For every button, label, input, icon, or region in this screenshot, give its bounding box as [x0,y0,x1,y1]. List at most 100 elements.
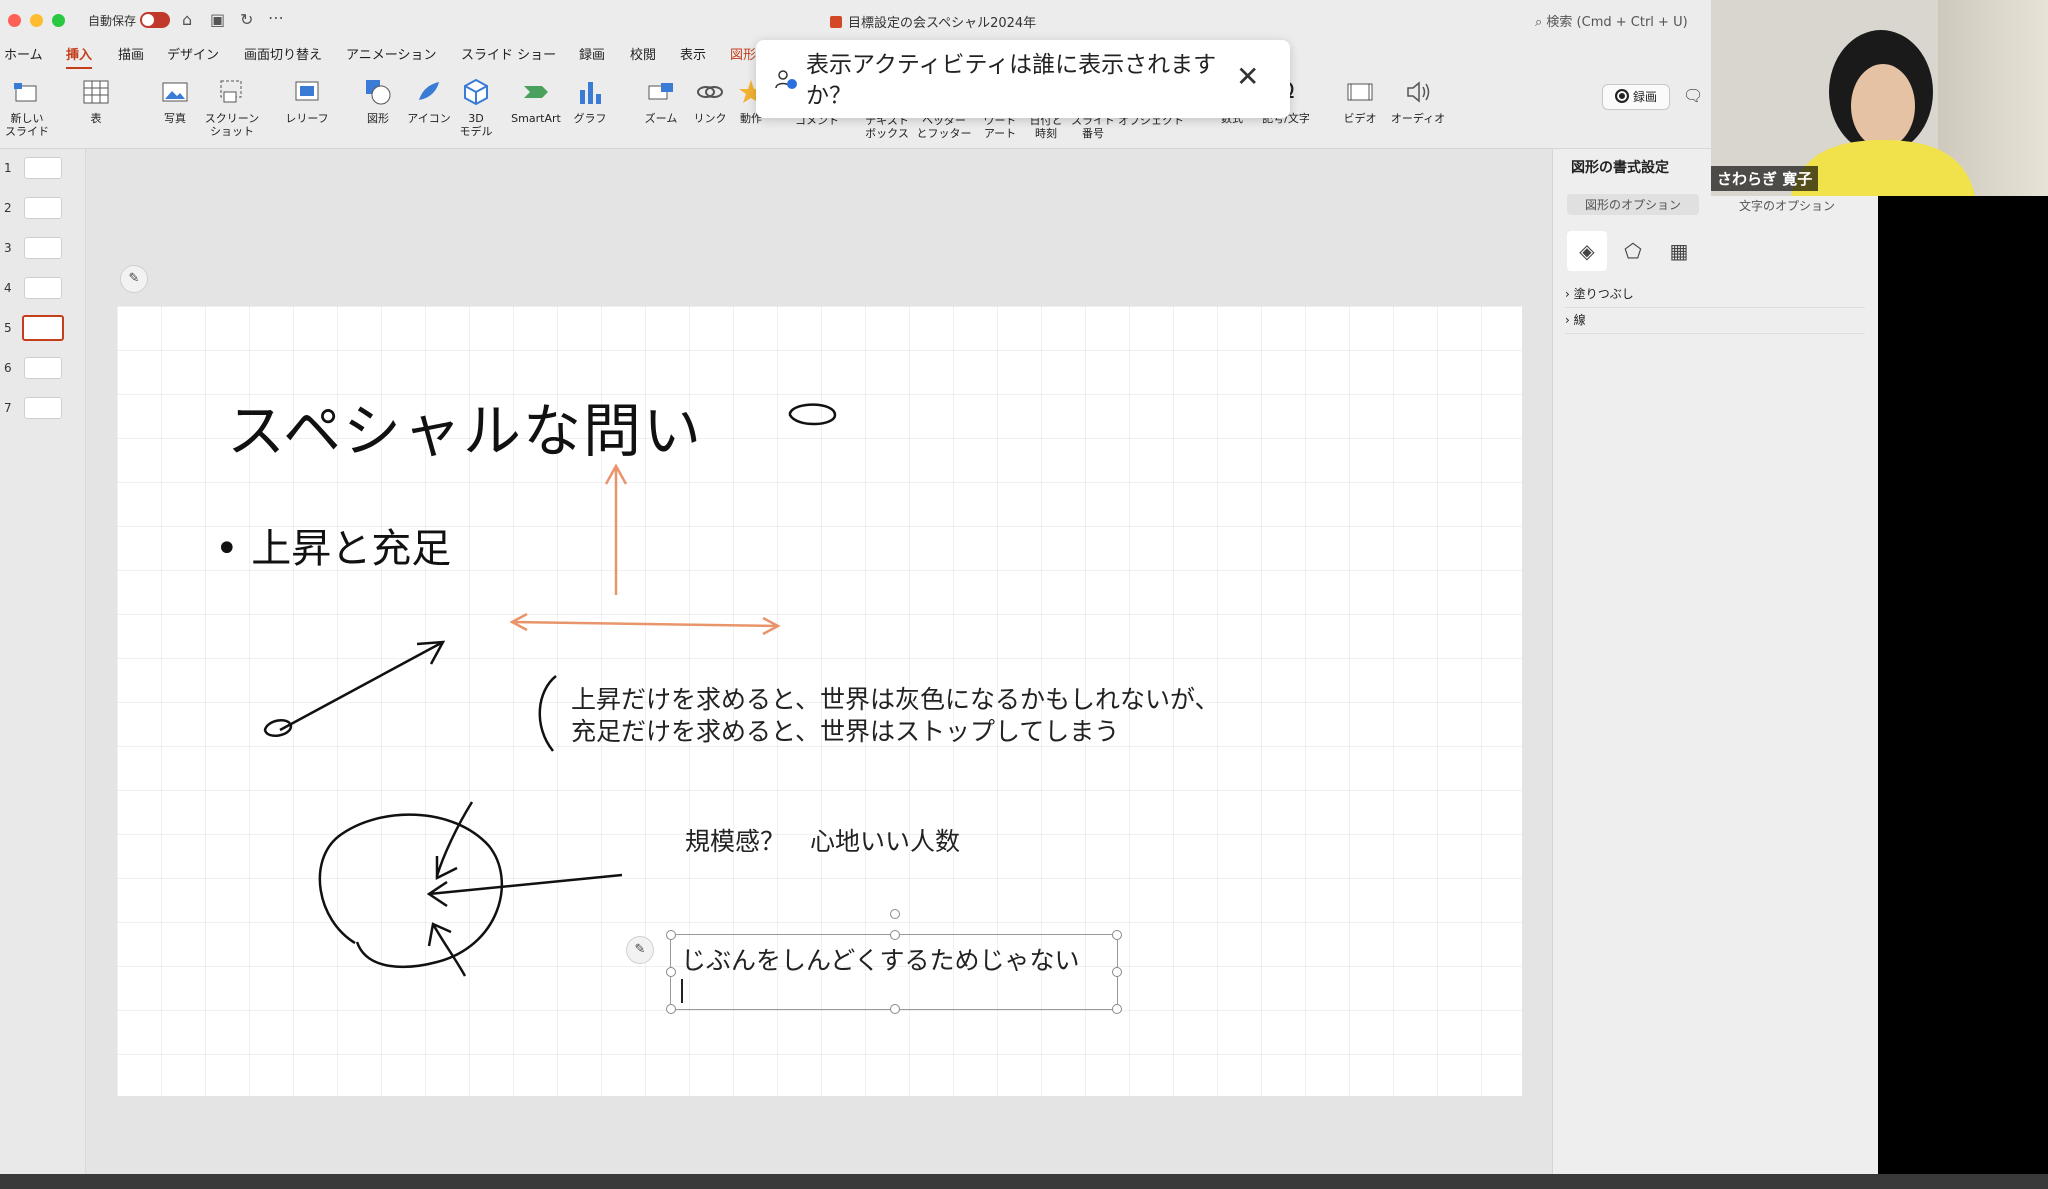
autosave-label: 自動保存 [88,14,137,28]
video-button[interactable]: ビデオ [1340,78,1380,125]
participant-name: さわらぎ 寛子 [1711,166,1819,191]
audio-button[interactable]: オーディオ [1390,78,1446,125]
ink-small-oval [788,403,837,426]
ink-replay-icon[interactable]: ✎ [626,936,654,964]
resize-handle[interactable] [890,1004,900,1014]
pane-icon-row: ◈ ⬠ ▦ [1567,231,1867,277]
slide-preview [24,197,62,219]
smartart-label: SmartArt [511,112,561,125]
new-slide-button[interactable]: 新しい スライド [4,78,50,138]
cube-icon [464,78,488,106]
tab-design[interactable]: デザイン [167,44,219,63]
save-icon[interactable]: ▣ [210,10,225,29]
slide-preview [24,277,62,299]
chart-button[interactable]: グラフ [570,78,610,125]
ink-replay-icon[interactable]: ✎ [120,265,148,293]
tab-insert[interactable]: 挿入 [66,44,93,69]
redo-icon[interactable]: ↻ [240,10,253,29]
pane-title: 図形の書式設定 [1571,160,1669,176]
screenshot-button[interactable]: スクリーン ショット [202,78,262,138]
3d-models-button[interactable]: 3D モデル [456,78,496,138]
video-icon [1347,83,1373,101]
video-label: ビデオ [1343,112,1377,125]
icons-label: アイコン [407,112,451,125]
slide-number: 4 [4,281,12,295]
resize-handle[interactable] [666,930,676,940]
size-properties-icon[interactable]: ▦ [1659,231,1699,271]
powerpoint-icon [830,16,842,28]
resize-handle[interactable] [890,930,900,940]
slide-number: 3 [4,241,12,255]
zoom-icon [648,83,673,100]
slide-thumb-6[interactable]: 6 [0,349,85,383]
slide-thumb-7[interactable]: 7 [0,389,85,423]
ink-arrow-left [426,873,623,908]
smartart-button[interactable]: SmartArt [508,78,564,125]
video-participant-tile: さわらぎ 寛子 [1711,0,2048,196]
resize-handle[interactable] [1112,930,1122,940]
link-button[interactable]: リンク [690,78,730,125]
resize-handle[interactable] [666,967,676,977]
resize-handle[interactable] [1112,1004,1122,1014]
autosave-toggle[interactable] [140,12,170,28]
slide-thumb-1[interactable]: 1 [0,149,85,183]
chevron-right-icon: › [1565,313,1574,327]
resize-handle[interactable] [666,1004,676,1014]
search-field[interactable]: ⌕ 検索 (Cmd + Ctrl + U) [1535,11,1688,30]
close-window-button[interactable] [8,14,21,27]
tab-shape-options[interactable]: 図形のオプション [1567,194,1700,215]
tab-transitions[interactable]: 画面切り替え [244,44,322,63]
resize-handle[interactable] [1112,967,1122,977]
slide-preview [24,357,62,379]
format-shape-pane: 図形の書式設定 図形のオプション 文字のオプション ◈ ⬠ ▦ › 塗りつぶし … [1552,149,1878,1174]
zoom-window-button[interactable] [52,14,65,27]
powerpoint-window: 自動保存 ⌂ ▣ ↻ ⋯ 目標設定の会スペシャル2024年 ⌕ 検索 (Cmd … [0,0,1878,1189]
fill-section[interactable]: › 塗りつぶし [1565,285,1865,308]
smartart-icon [524,86,548,98]
line-section[interactable]: › 線 [1565,311,1865,334]
tab-animations[interactable]: アニメーション [346,44,436,63]
close-icon[interactable]: ✕ [1236,60,1259,93]
tab-home[interactable]: ホーム [4,44,43,63]
chart-icon [580,82,601,104]
pentagon-icon[interactable]: ⬠ [1613,231,1653,271]
document-title: 目標設定の会スペシャル2024年 [830,12,1036,31]
shapes-button[interactable]: 図形 [358,78,398,125]
slide-thumb-4[interactable]: 4 [0,269,85,303]
tab-record[interactable]: 録画 [579,44,605,63]
tab-view[interactable]: 表示 [680,44,706,63]
fill-line-icon[interactable]: ◈ [1567,231,1607,271]
more-icon[interactable]: ⋯ [268,8,284,27]
slide-thumb-3[interactable]: 3 [0,229,85,263]
rotate-handle-icon[interactable] [890,909,900,919]
zoom-button[interactable]: ズーム [640,78,682,125]
tab-review[interactable]: 校閲 [630,44,656,63]
review-button[interactable]: レリーフ [284,78,330,125]
ink-diagonal-arrow [279,640,446,732]
photo-label: 写真 [164,112,186,125]
icons-button[interactable]: アイコン [406,78,452,125]
slide-thumb-2[interactable]: 2 [0,189,85,223]
slide-canvas[interactable]: スペシャルな問い • 上昇と充足 上昇だけを求めると、世界は灰色になるかもしれな… [117,306,1522,1096]
selected-textbox[interactable]: じぶんをしんどくするためじゃない [666,909,1122,1014]
slide-thumb-5[interactable]: 5 [0,309,85,343]
textbox-value[interactable]: じぶんをしんどくするためじゃない [681,941,1080,977]
tab-shape-format[interactable]: 図形 [730,44,756,63]
screenshot-icon [220,80,242,103]
table-button[interactable]: 表 [78,78,114,125]
tab-text-options[interactable]: 文字のオプション [1739,197,1835,214]
tab-draw[interactable]: 描画 [118,44,144,63]
photo-button[interactable]: 写真 [150,78,200,125]
link-label: リンク [693,112,727,125]
relief-icon [295,81,319,101]
slide-number: 2 [4,201,12,215]
home-icon[interactable]: ⌂ [182,10,192,29]
minimize-window-button[interactable] [30,14,43,27]
video-panel-background [1878,196,2048,1189]
search-icon: ⌕ [1535,15,1547,30]
activity-visibility-popup: 表示アクティビティは誰に表示されますか？ ✕ [756,40,1290,118]
photo-icon [162,82,188,102]
zoom-label: ズーム [644,112,678,125]
tab-slideshow[interactable]: スライド ショー [461,44,556,63]
ink-arrow-down [435,801,474,881]
